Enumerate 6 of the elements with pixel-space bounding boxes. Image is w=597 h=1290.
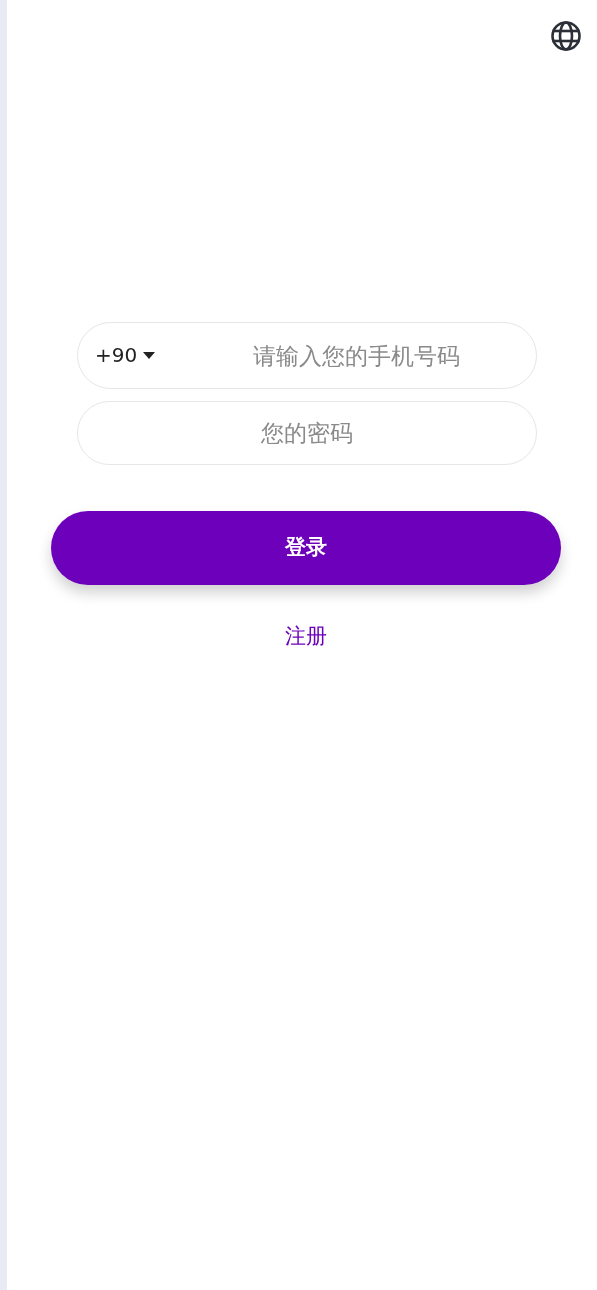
login-button[interactable]: 登录 xyxy=(51,511,561,585)
language-button[interactable] xyxy=(550,20,582,52)
caret-icon xyxy=(143,351,156,359)
register-link[interactable]: 注册 xyxy=(285,621,327,653)
country-code-select[interactable]: +90 xyxy=(95,340,156,370)
password-field[interactable]: 您的密码 xyxy=(77,401,537,465)
